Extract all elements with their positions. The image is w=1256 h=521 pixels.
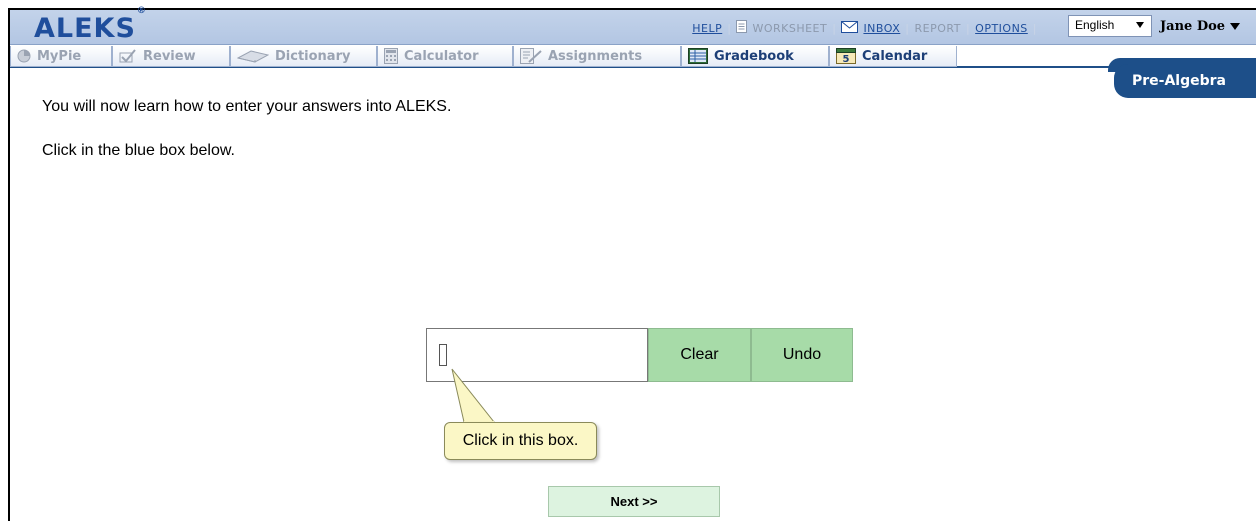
checkmark-icon — [119, 49, 137, 63]
tab-mypie[interactable]: MyPie — [10, 46, 112, 67]
help-link[interactable]: HELP — [692, 22, 722, 35]
tab-calculator[interactable]: Calculator — [377, 46, 513, 67]
options-link[interactable]: OPTIONS — [975, 22, 1028, 35]
next-button[interactable]: Next >> — [548, 486, 720, 517]
svg-text:5: 5 — [843, 54, 850, 64]
instruction-text-2: Click in the blue box below. — [42, 142, 235, 159]
calendar-icon: 5 — [836, 48, 856, 64]
caret-down-icon — [1230, 23, 1241, 30]
assignment-icon — [520, 48, 542, 64]
instruction-text: You will now learn how to enter your ans… — [42, 98, 452, 115]
inbox-link[interactable]: INBOX — [863, 22, 900, 35]
input-slot — [439, 344, 447, 366]
subject-tab-pre-algebra[interactable]: Pre-Algebra — [1114, 64, 1256, 98]
hint-tooltip: Click in this box. — [444, 422, 597, 460]
top-header: ALEKS® HELP | WORKSHEET | INBOX | REPORT… — [10, 6, 1256, 45]
gradebook-icon — [688, 48, 708, 64]
chevron-down-icon — [1136, 22, 1144, 28]
tab-review[interactable]: Review — [112, 46, 230, 67]
tab-gradebook[interactable]: Gradebook — [681, 46, 829, 67]
worksheet-link[interactable]: WORKSHEET — [752, 22, 827, 35]
envelope-icon — [841, 20, 859, 36]
calculator-icon — [384, 48, 398, 64]
tooltip-pointer — [451, 368, 496, 423]
tab-bar: MyPie Review Dictionary Calculator Assig… — [10, 46, 1256, 68]
worksheet-icon — [736, 20, 748, 36]
language-select[interactable]: English — [1068, 15, 1152, 37]
tab-assignments[interactable]: Assignments — [513, 46, 681, 67]
undo-button[interactable]: Undo — [751, 328, 853, 382]
tab-dictionary[interactable]: Dictionary — [230, 46, 377, 67]
pie-icon — [17, 49, 31, 63]
clear-button[interactable]: Clear — [648, 328, 751, 382]
report-link[interactable]: REPORT — [914, 22, 960, 35]
top-links: HELP | WORKSHEET | INBOX | REPORT | OPTI… — [692, 20, 1037, 36]
tab-calendar[interactable]: 5 Calendar — [829, 46, 957, 67]
aleks-logo: ALEKS® — [34, 6, 147, 44]
book-icon — [237, 49, 269, 63]
aleks-window: ALEKS® HELP | WORKSHEET | INBOX | REPORT… — [8, 6, 1256, 521]
user-menu[interactable]: Jane Doe — [1160, 19, 1241, 34]
